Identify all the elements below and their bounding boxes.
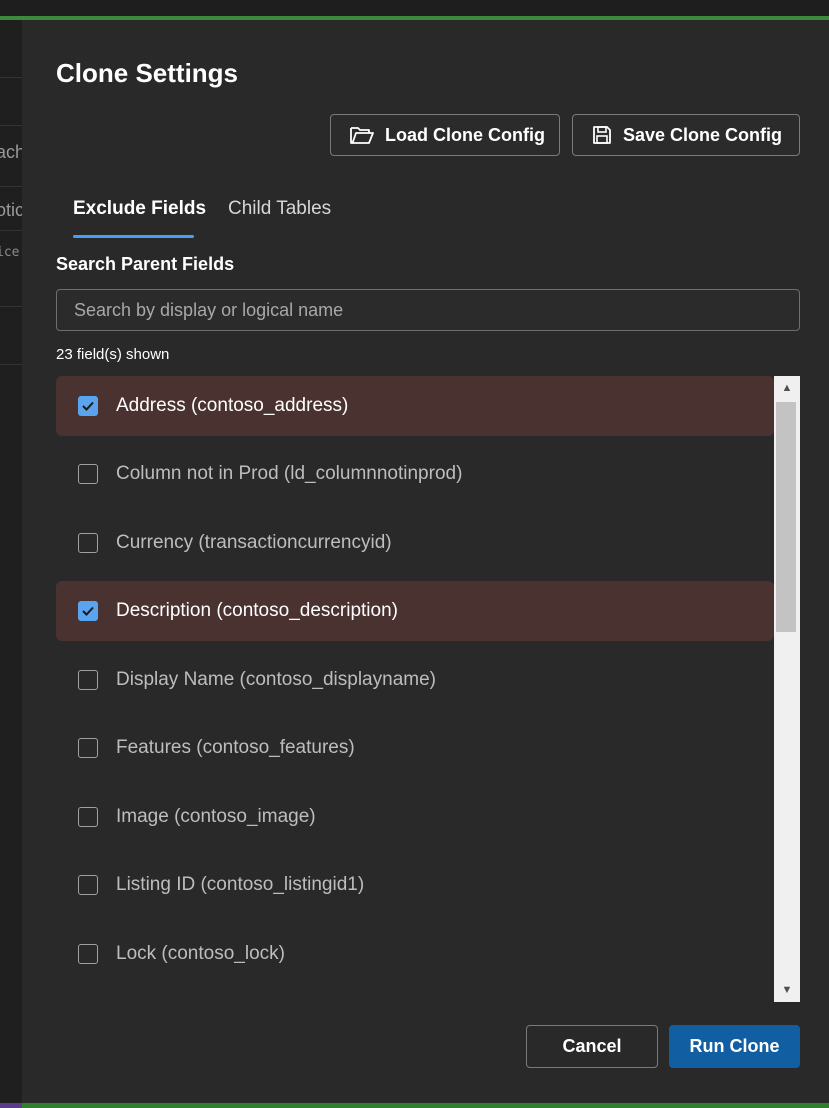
field-label: Display Name (contoso_displayname) [116,669,436,690]
scroll-thumb[interactable] [776,402,796,632]
background-app: ach otic ice [0,20,22,1103]
save-button-label: Save Clone Config [623,124,783,145]
list-scrollbar[interactable]: ▲ ▼ [774,376,800,1002]
folder-open-icon [350,127,374,144]
list-item[interactable]: Image (contoso_image) [56,787,774,847]
field-label: Listing ID (contoso_listingid1) [116,874,365,895]
save-clone-config-button[interactable]: Save Clone Config [572,114,800,156]
field-label: Currency (transactioncurrencyid) [116,532,392,553]
scroll-down-arrow-icon[interactable]: ▼ [774,980,800,1000]
background-text: ice [0,245,20,260]
checkbox[interactable] [78,533,98,553]
checkbox[interactable] [78,464,98,484]
cancel-button[interactable]: Cancel [526,1025,658,1068]
list-item[interactable]: Lock (contoso_lock) [56,924,774,984]
scroll-up-arrow-icon[interactable]: ▲ [774,378,800,398]
list-item[interactable]: Address (contoso_address) [56,376,774,436]
list-item[interactable]: Features (contoso_features) [56,718,774,778]
list-item[interactable]: Currency (transactioncurrencyid) [56,513,774,573]
background-text: otic [0,200,22,220]
checkbox[interactable] [78,807,98,827]
field-label: Features (contoso_features) [116,737,355,758]
checkbox[interactable] [78,738,98,758]
field-count: 23 field(s) shown [56,346,170,363]
field-label: Image (contoso_image) [116,806,316,827]
checkbox[interactable] [78,670,98,690]
field-label: Column not in Prod (ld_columnnotinprod) [116,463,463,484]
tab-exclude-fields[interactable]: Exclude Fields [73,198,206,220]
field-label: Lock (contoso_lock) [116,943,285,964]
bottom-accent-bar [0,1103,829,1108]
clone-settings-dialog: Clone Settings Load Clone Config Save Cl… [22,20,829,1103]
dialog-title: Clone Settings [56,58,239,88]
run-clone-button[interactable]: Run Clone [669,1025,800,1068]
tab-child-tables[interactable]: Child Tables [228,198,331,220]
checkbox[interactable] [78,944,98,964]
checkmark-icon [82,401,94,411]
field-list: Address (contoso_address) Column not in … [56,376,800,1002]
load-clone-config-button[interactable]: Load Clone Config [330,114,560,156]
checkbox[interactable] [78,875,98,895]
checkbox[interactable] [78,601,98,621]
list-item[interactable]: Column not in Prod (ld_columnnotinprod) [56,444,774,504]
field-label: Description (contoso_description) [116,600,398,621]
search-input[interactable] [56,289,800,331]
active-tab-indicator [73,235,194,238]
search-section-label: Search Parent Fields [56,254,235,274]
list-item[interactable]: Description (contoso_description) [56,581,774,641]
checkbox[interactable] [78,396,98,416]
background-text: ach [0,142,22,162]
list-item[interactable]: Display Name (contoso_displayname) [56,650,774,710]
field-label: Address (contoso_address) [116,395,349,416]
save-icon [593,126,611,144]
checkmark-icon [82,606,94,616]
load-button-label: Load Clone Config [385,124,545,145]
app-top-bar [0,0,829,16]
list-item[interactable]: Listing ID (contoso_listingid1) [56,855,774,915]
